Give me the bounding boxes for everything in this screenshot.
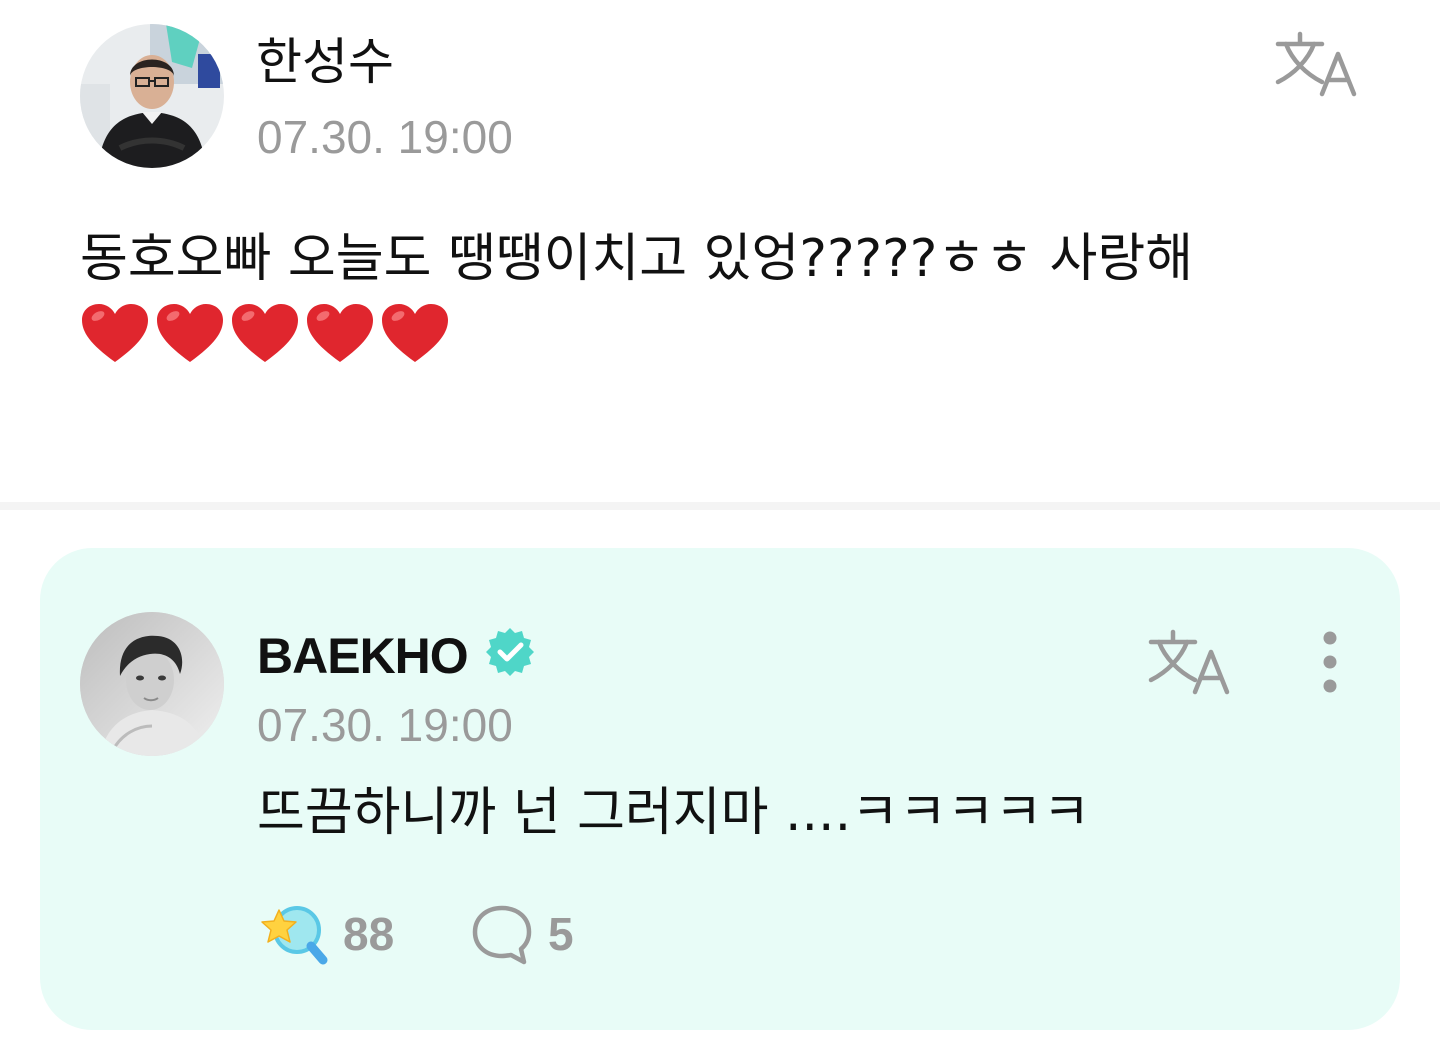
comment-count: 5 [548,908,574,960]
reply-author-avatar[interactable] [80,612,224,756]
comment-button[interactable]: 5 [470,900,600,970]
author-name[interactable]: 한성수 [256,32,394,92]
translate-icon[interactable] [1272,28,1362,98]
heart-emoji-row [80,302,1370,376]
post-text: 동호오빠 오늘도 땡땡이치고 있엉?????ㅎㅎ 사랑해 [80,222,1370,376]
heart-emoji-icon [382,304,448,362]
speech-bubble-icon [472,905,532,965]
heart-emoji-icon [232,304,298,362]
more-vertical-icon[interactable] [1308,630,1352,696]
section-divider [0,502,1440,510]
like-button[interactable]: 88 [257,900,427,970]
translate-icon[interactable] [1145,626,1235,696]
star-search-like-icon [261,906,328,965]
reply-text: 뜨끔하니까 넌 그러지마 ....ㅋㅋㅋㅋㅋ [257,783,1091,843]
artist-reply-card: BAEKHO 07.30. 19:00 뜨끔하니까 넌 그러지마 ....ㅋㅋㅋ… [40,548,1400,1030]
verified-badge-icon [486,628,534,676]
heart-emoji-icon [157,304,223,362]
author-avatar[interactable] [80,24,224,168]
original-post: 한성수 07.30. 19:00 동호오빠 오늘도 땡땡이치고 있엉?????ㅎ… [0,0,1440,500]
like-count: 88 [343,908,395,960]
heart-emoji-icon [82,304,148,362]
reply-timestamp: 07.30. 19:00 [257,699,513,751]
post-text-content: 동호오빠 오늘도 땡땡이치고 있엉?????ㅎㅎ 사랑해 [80,229,1194,289]
post-timestamp: 07.30. 19:00 [257,111,513,163]
reply-author-name[interactable]: BAEKHO [257,626,469,686]
heart-emoji-icon [307,304,373,362]
